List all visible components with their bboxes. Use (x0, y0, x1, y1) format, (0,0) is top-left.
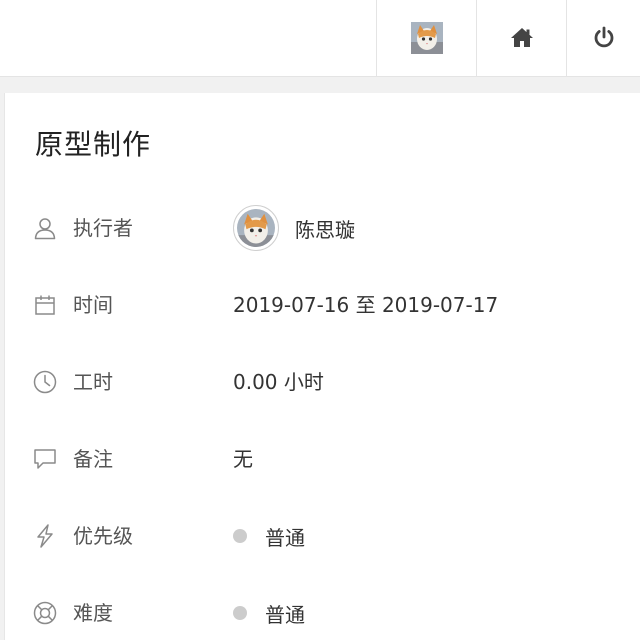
lifebuoy-icon (33, 601, 57, 625)
task-detail-panel: 原型制作 执行者 陈思璇 时间 2019-07-16 至 2019-07-17 … (4, 93, 640, 640)
top-bar (0, 0, 640, 77)
logout-button[interactable] (566, 0, 640, 76)
power-icon (594, 26, 613, 48)
field-row-assignee: 执行者 陈思璇 (5, 205, 640, 251)
field-label-assignee: 执行者 (73, 216, 133, 240)
calendar-icon (33, 293, 57, 317)
lightning-icon (33, 524, 57, 548)
field-value-hours[interactable]: 0.00 小时 (233, 370, 324, 394)
assignee-chip[interactable]: 陈思璇 (233, 204, 355, 252)
avatar (233, 205, 279, 251)
field-label-time: 时间 (73, 293, 113, 317)
field-row-priority: 优先级 普通 (5, 516, 640, 556)
field-value-time[interactable]: 2019-07-16 至 2019-07-17 (233, 293, 498, 317)
field-label-difficulty: 难度 (73, 601, 113, 625)
user-avatar-icon (410, 22, 443, 54)
task-title: 原型制作 (35, 128, 152, 161)
assignee-avatar-icon (237, 209, 275, 247)
priority-selector[interactable]: 普通 (233, 524, 305, 550)
field-label-hours: 工时 (73, 370, 113, 394)
clock-icon (33, 370, 57, 394)
field-label-priority: 优先级 (73, 524, 133, 548)
priority-dot (233, 529, 247, 543)
assignee-name: 陈思璇 (295, 217, 355, 242)
field-value-priority: 普通 (265, 525, 305, 550)
difficulty-dot (233, 606, 247, 620)
field-value-note[interactable]: 无 (233, 447, 253, 471)
field-row-time: 时间 2019-07-16 至 2019-07-17 (5, 285, 640, 325)
field-row-hours: 工时 0.00 小时 (5, 362, 640, 402)
field-row-difficulty: 难度 普通 (5, 593, 640, 633)
field-label-note: 备注 (73, 447, 113, 471)
difficulty-selector[interactable]: 普通 (233, 601, 305, 627)
home-icon (510, 28, 533, 47)
user-icon (33, 216, 57, 240)
comment-icon (33, 447, 57, 471)
field-row-note: 备注 无 (5, 439, 640, 479)
user-avatar-button[interactable] (376, 0, 476, 76)
home-button[interactable] (476, 0, 566, 76)
field-value-difficulty: 普通 (265, 602, 305, 627)
